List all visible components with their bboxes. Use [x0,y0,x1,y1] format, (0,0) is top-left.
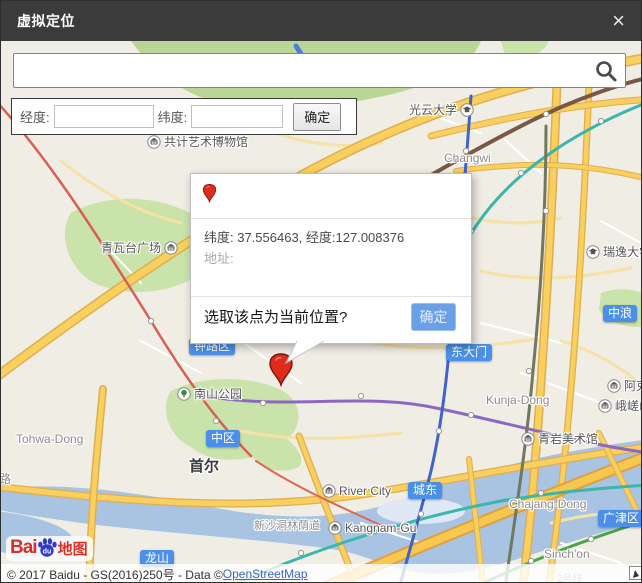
district-badge-jungnang[interactable]: 中浪 [603,305,637,322]
coords-confirm-button[interactable]: 确定 [293,103,341,131]
close-icon[interactable]: × [612,11,625,31]
openstreetmap-link[interactable]: OpenStreetMap [223,567,308,581]
logo-text-map: 地图 [58,538,88,559]
place-chajang-dong: Chajang-Dong [509,497,586,511]
place-road-fragment: 路 [1,470,11,487]
poi-art-museum[interactable]: 共计艺术博物馆 [147,133,248,150]
coordinate-panel: 经度: 纬度: 确定 [11,98,357,135]
building-icon [328,521,342,535]
logo-text-bai: Bai [10,537,37,559]
district-badge-seongdong[interactable]: 城东 [408,482,442,499]
poi-hotel-ake[interactable]: 阿克 [607,377,642,394]
poi-cheongam-art-museum[interactable]: 青岩美术馆 [521,430,598,447]
hotel-icon [607,379,621,393]
baidu-maps-logo: Bai du 地图 [6,536,93,561]
poi-seoil-university[interactable]: 瑞逸大学 [586,243,642,260]
popup-question: 选取该点为当前位置? [204,306,347,327]
district-badge-gwangjin[interactable]: 广津区 [598,510,642,527]
map-canvas[interactable]: 钟路区 东大门 中浪 中区 城东 龙山 广津区 共计艺术博物馆 光云大学 瑞逸大… [1,41,642,583]
popup-coordinates: 纬度: 37.556463, 经度:127.008376 [204,227,404,246]
longitude-label: 经度: [20,107,50,126]
place-sinchon: Sinch'on [544,547,590,561]
poi-namsan-park[interactable]: 南山公园 [177,385,242,402]
place-sinsa-dong-garosu-gil: 新沙洞林荫道 [254,517,320,533]
latitude-label: 纬度: [158,107,188,126]
hotel-icon [598,399,612,413]
title-bar: 虚拟定位 × [1,1,641,41]
copyright-text: © 2017 Baidu - GS(2016)250号 - Data © [7,566,223,583]
popup-confirm-button[interactable]: 确定 [411,303,456,331]
baidu-paw-icon: du [37,537,57,559]
popup-address: 地址: [204,248,234,267]
popup-divider [191,296,471,297]
map-corner-control[interactable] [629,566,642,580]
museum-icon [147,135,161,149]
search-icon[interactable] [593,58,619,84]
dialog-title: 虚拟定位 [17,11,75,31]
museum-icon [521,432,535,446]
museum-icon [164,241,178,255]
poi-kangnam-gu[interactable]: Kangnam-Gu [328,521,416,535]
virtual-location-dialog: 虚拟定位 × [0,0,642,583]
popup-tail [279,341,329,365]
university-icon [460,103,474,117]
district-badge-junggu[interactable]: 中区 [206,430,240,447]
poi-kwangwoon-university[interactable]: 光云大学 [409,101,474,118]
attribution-bar: © 2017 Baidu - GS(2016)250号 - Data © Ope… [1,564,642,583]
location-popup: 纬度: 37.556463, 经度:127.008376 地址: 选取该点为当前… [190,173,472,344]
poi-achasan[interactable]: 峨嵯山 [598,397,642,414]
svg-text:du: du [42,547,51,555]
park-icon [177,387,191,401]
poi-cheongwadae-square[interactable]: 青瓦台广场 [101,239,178,256]
popup-pin-icon [201,182,218,205]
place-changwi: Changwi [444,151,491,165]
place-kunja-dong: Kunja-Dong [486,393,549,407]
search-box [13,53,626,88]
university-icon [586,245,600,259]
city-label-seoul: 首尔 [189,455,219,476]
district-badge-dongdaemun[interactable]: 东大门 [446,344,492,361]
search-input[interactable] [14,54,593,87]
popup-header [191,174,471,219]
place-tohwa-dong: Tohwa-Dong [16,432,83,446]
longitude-input[interactable] [54,105,154,128]
latitude-input[interactable] [191,105,283,128]
building-icon [322,484,336,498]
poi-river-city[interactable]: River City [322,484,391,498]
